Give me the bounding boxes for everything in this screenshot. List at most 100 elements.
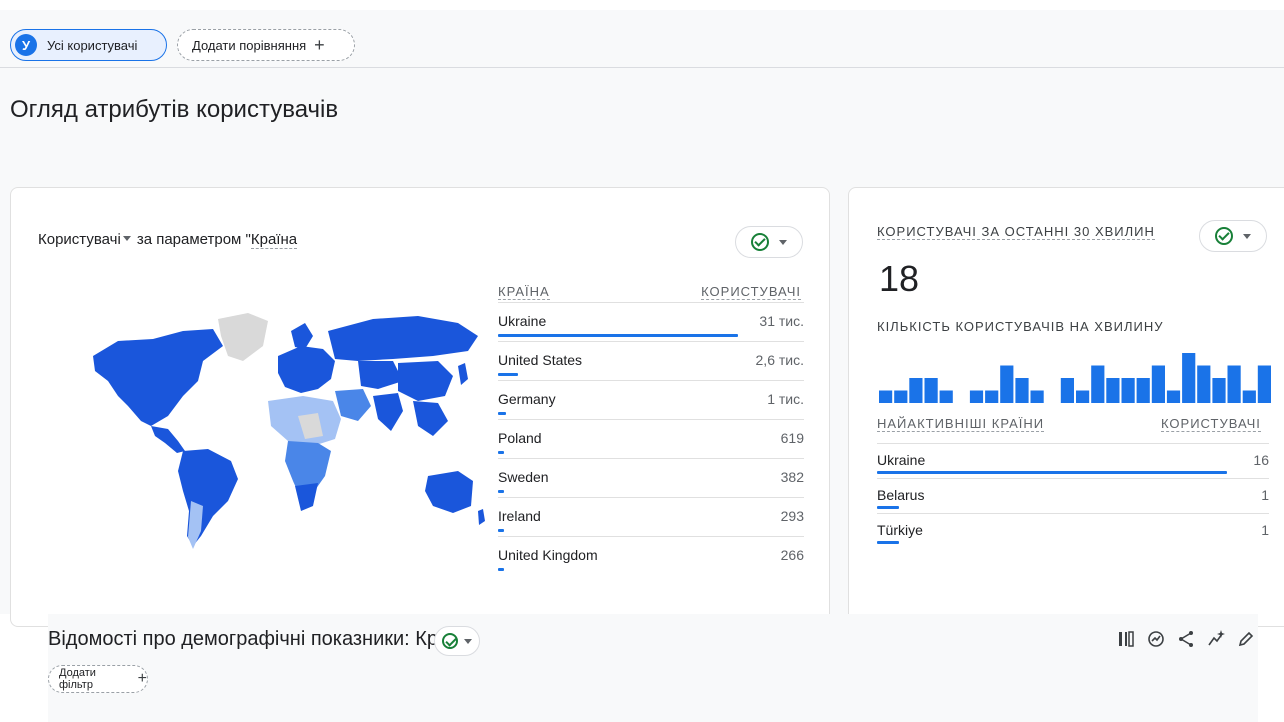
country-name: Sweden bbox=[498, 469, 549, 485]
per-minute-bar[interactable] bbox=[1136, 378, 1150, 403]
per-minute-bar[interactable] bbox=[1060, 378, 1074, 403]
per-minute-bar[interactable] bbox=[1015, 378, 1029, 403]
realtime-status-button[interactable] bbox=[1199, 220, 1267, 252]
per-minute-bar[interactable] bbox=[879, 390, 893, 404]
per-minute-bar[interactable] bbox=[909, 378, 923, 403]
country-name: Ireland bbox=[498, 508, 541, 524]
country-card-status-button[interactable] bbox=[735, 226, 803, 258]
per-minute-bar[interactable] bbox=[1030, 390, 1044, 404]
country-name: Ukraine bbox=[877, 452, 926, 468]
country-name: Poland bbox=[498, 430, 542, 446]
insights-icon[interactable] bbox=[1146, 627, 1166, 651]
users-value: 293 bbox=[780, 508, 804, 524]
add-filter-label: Додати фільтр bbox=[59, 667, 96, 691]
table-row[interactable]: Ukraine 16 bbox=[877, 443, 1269, 478]
per-minute-bar[interactable] bbox=[1121, 378, 1135, 403]
per-minute-bar[interactable] bbox=[924, 378, 938, 403]
per-minute-bar[interactable] bbox=[894, 390, 908, 404]
share-icon[interactable] bbox=[1176, 627, 1196, 651]
chevron-down-icon[interactable] bbox=[122, 236, 131, 241]
segment-label: Усі користувачі bbox=[47, 37, 138, 53]
table-row[interactable]: United Kingdom 266 bbox=[498, 536, 804, 575]
share-bar bbox=[877, 506, 899, 509]
country-name: Türkiye bbox=[877, 522, 923, 538]
col-header-country[interactable]: КРАЇНА bbox=[498, 284, 550, 300]
per-minute-bar[interactable] bbox=[1242, 390, 1256, 404]
users-value: 619 bbox=[780, 430, 804, 446]
users-value: 31 тис. bbox=[759, 313, 804, 329]
share-bar bbox=[498, 490, 504, 493]
per-minute-bar[interactable] bbox=[985, 390, 999, 404]
app-content: У Усі користувачі Додати порівняння + Ог… bbox=[0, 10, 1284, 627]
map-region-russia bbox=[328, 316, 478, 361]
map-region-europe bbox=[278, 346, 335, 393]
col-header-users[interactable]: КОРИСТУВАЧІ bbox=[701, 284, 801, 300]
table-row[interactable]: Poland 619 bbox=[498, 419, 804, 458]
add-filter-button[interactable]: Додати фільтр + bbox=[48, 665, 148, 693]
metric-selector[interactable]: Користувачі bbox=[38, 231, 121, 248]
table-row[interactable]: Ireland 293 bbox=[498, 497, 804, 536]
add-comparison-button[interactable]: Додати порівняння + bbox=[177, 29, 355, 61]
per-minute-bar[interactable] bbox=[1182, 353, 1196, 403]
table-row[interactable]: Sweden 382 bbox=[498, 458, 804, 497]
map-region-india bbox=[373, 393, 403, 431]
map-region-central-america bbox=[151, 426, 185, 453]
table-row[interactable]: Ukraine 31 тис. bbox=[498, 302, 804, 341]
demographics-title: Відомості про демографічні показники: Кр… bbox=[48, 628, 477, 650]
realtime-title[interactable]: КОРИСТУВАЧІ ЗА ОСТАННІ 30 ХВИЛИН bbox=[877, 224, 1155, 240]
per-minute-bar[interactable] bbox=[1076, 390, 1090, 404]
compare-columns-icon[interactable] bbox=[1116, 627, 1136, 651]
users-value: 1 bbox=[1261, 487, 1269, 503]
segment-chip-all-users[interactable]: У Усі користувачі bbox=[10, 29, 167, 61]
table-row[interactable]: United States 2,6 тис. bbox=[498, 341, 804, 380]
chevron-down-icon bbox=[464, 638, 472, 644]
per-minute-bar[interactable] bbox=[969, 390, 984, 404]
per-minute-bar[interactable] bbox=[1166, 390, 1181, 404]
map-region-china bbox=[398, 361, 453, 401]
map-region-south-africa bbox=[295, 483, 318, 511]
per-minute-bar[interactable] bbox=[1197, 365, 1211, 404]
country-name: Belarus bbox=[877, 487, 925, 503]
plus-icon: + bbox=[137, 670, 147, 687]
per-minute-bar[interactable] bbox=[1227, 365, 1241, 404]
per-minute-bar[interactable] bbox=[1151, 365, 1165, 404]
country-name: Ukraine bbox=[498, 313, 547, 329]
table-row[interactable]: Germany 1 тис. bbox=[498, 380, 804, 419]
map-region-australia bbox=[425, 471, 473, 513]
per-minute-bar[interactable] bbox=[1106, 378, 1120, 403]
per-minute-bar[interactable] bbox=[939, 390, 953, 404]
map-region-middle-east bbox=[335, 389, 371, 421]
users-value: 266 bbox=[780, 547, 804, 563]
per-minute-bar[interactable] bbox=[1000, 365, 1014, 404]
country-name: United States bbox=[498, 352, 583, 368]
per-minute-bar[interactable] bbox=[1257, 365, 1271, 404]
table-row[interactable]: Türkiye 1 bbox=[877, 513, 1269, 548]
users-value: 1 тис. bbox=[767, 391, 804, 407]
table-row[interactable]: Belarus 1 bbox=[877, 478, 1269, 513]
per-minute-bar[interactable] bbox=[1091, 365, 1105, 404]
report-toolbar bbox=[1116, 624, 1256, 654]
add-comparison-label: Додати порівняння bbox=[192, 37, 307, 53]
map-region-japan bbox=[458, 363, 468, 385]
realtime-user-count: 18 bbox=[879, 258, 920, 299]
per-minute-label: КІЛЬКІСТЬ КОРИСТУВАЧІВ НА ХВИЛИНУ bbox=[877, 319, 1164, 334]
users-value: 2,6 тис. bbox=[755, 352, 804, 368]
share-bar bbox=[498, 529, 504, 532]
share-bar bbox=[877, 541, 899, 544]
per-minute-bar[interactable] bbox=[1212, 378, 1226, 403]
realtime-users-card: КОРИСТУВАЧІ ЗА ОСТАННІ 30 ХВИЛИН 18 КІЛЬ… bbox=[848, 187, 1284, 627]
chevron-down-icon bbox=[1243, 233, 1251, 239]
dimension-selector[interactable]: Країна bbox=[250, 231, 298, 249]
share-bar bbox=[498, 451, 504, 454]
users-by-country-card: Користувачі за параметром "Країна КРАЇНА… bbox=[10, 187, 830, 627]
col-header-realtime-users[interactable]: КОРИСТУВАЧІ bbox=[1161, 416, 1261, 432]
demographics-status-button[interactable] bbox=[434, 626, 480, 656]
col-header-top-countries[interactable]: НАЙАКТИВНІШІ КРАЇНИ bbox=[877, 416, 1045, 432]
sparkle-icon[interactable] bbox=[1206, 627, 1226, 651]
edit-pencil-icon[interactable] bbox=[1236, 627, 1256, 651]
share-bar bbox=[498, 568, 504, 571]
map-region-south-america bbox=[178, 449, 238, 546]
page-title: Огляд атрибутів користувачів bbox=[10, 96, 339, 123]
map-region-scandinavia bbox=[291, 323, 313, 349]
map-region-central-asia bbox=[358, 361, 403, 389]
